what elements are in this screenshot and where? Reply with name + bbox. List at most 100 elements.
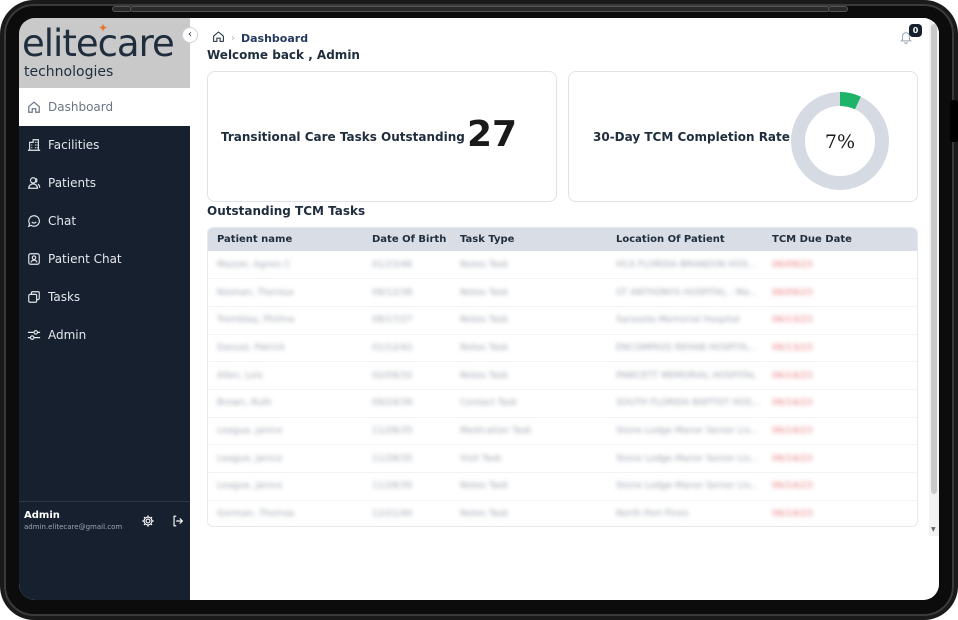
device-frame: elitecare ✦ technologies Dashboard Facil… [0, 0, 958, 620]
cell-due-date: 06/14/23 [772, 453, 813, 464]
cell-due-date: 06/14/23 [772, 398, 813, 409]
notification-badge: 0 [909, 24, 922, 37]
breadcrumb-current[interactable]: Dashboard [241, 32, 308, 45]
sensor-dot [828, 6, 848, 12]
top-bezel-bar [130, 6, 830, 12]
table-row[interactable]: Gorman, Thomas 12/21/40 Notes Task North Po… [208, 500, 917, 526]
cell-dob: 01/12/42 [372, 342, 413, 353]
cell-location: Stone Lodge Manor Senior Liv... [616, 425, 759, 436]
cell-due-date: 06/14/23 [772, 425, 813, 436]
sidebar-item-patients[interactable]: Patients [19, 164, 190, 202]
table-row[interactable]: Brown, Ruth 09/24/39 Contact Task SOUTH FLO… [208, 389, 917, 418]
sidebar-item-facilities[interactable]: Facilities [19, 126, 190, 164]
cell-task-type: Notes Task [460, 509, 509, 520]
column-header-due-date[interactable]: TCM Due Date [763, 228, 917, 251]
outstanding-tasks-card: Transitional Care Tasks Outstanding 27 [207, 71, 557, 202]
page-scrollbar[interactable]: ▼ [929, 18, 939, 536]
sidebar-item-admin[interactable]: Admin [19, 316, 190, 354]
cell-patient-name: Mazzei, Agnes C [217, 259, 291, 270]
breadcrumb-home-icon[interactable] [212, 30, 225, 46]
collapse-sidebar-button[interactable]: ‹ [182, 27, 198, 43]
column-header-task-type[interactable]: Task Type [451, 228, 607, 251]
logout-icon[interactable] [171, 513, 185, 527]
building-icon [27, 138, 41, 152]
completion-donut-chart: 7% [791, 92, 889, 190]
scroll-down-arrow-icon[interactable]: ▼ [931, 526, 936, 533]
logo[interactable]: elitecare ✦ technologies [19, 18, 190, 88]
table-row[interactable]: Allen, Lois 02/09/32 Notes Task PAWCETT MEM… [208, 362, 917, 390]
cell-location: ST ANTHONYS HOSPITAL - Ma... [616, 287, 758, 298]
sidebar-item-label: Patients [48, 176, 97, 190]
device-side-button [950, 100, 958, 142]
cell-dob: 08/17/27 [372, 315, 413, 326]
table-row[interactable]: League, Janice 11/28/35 Visit Task Stone Lo… [208, 445, 917, 473]
sidebar-item-label: Chat [48, 214, 77, 228]
cell-task-type: Notes Task [460, 315, 509, 326]
column-header-location[interactable]: Location Of Patient [607, 228, 763, 251]
donut-percent-label: 7% [825, 131, 855, 153]
sidebar-nav: Dashboard Facilities Patients Chat Patie… [19, 88, 190, 354]
cell-location: Stone Lodge Manor Senior Liv... [616, 481, 759, 492]
cell-location: PAWCETT MEMORIAL HOSPITAL [616, 370, 756, 381]
cell-dob: 12/21/40 [372, 509, 413, 520]
table-row[interactable]: League, Janice 11/28/35 Medication Task Sto… [208, 417, 917, 445]
cell-task-type: Medication Task [460, 425, 532, 436]
chat-icon [27, 214, 41, 228]
cell-location: HCA FLORIDA BRANDON HOS... [616, 259, 757, 270]
cell-dob: 09/24/39 [372, 398, 413, 409]
column-header-patient-name[interactable]: Patient name [208, 228, 363, 251]
table-row[interactable]: Tremblay, Philma 08/17/27 Notes Task Saraso… [208, 306, 917, 335]
cell-location: North Port Pines [616, 509, 689, 520]
sidebar-item-label: Patient Chat [48, 252, 122, 266]
cell-patient-name: Allen, Lois [217, 370, 263, 381]
main-content: › Dashboard Welcome back , Admin 0 Trans… [190, 18, 939, 600]
cell-task-type: Contact Task [460, 398, 518, 409]
sidebar-item-dashboard[interactable]: Dashboard [19, 88, 190, 126]
cell-task-type: Notes Task [460, 259, 509, 270]
table-header-row: Patient name Date Of Birth Task Type Loc… [208, 228, 917, 251]
app-screen: elitecare ✦ technologies Dashboard Facil… [19, 18, 939, 600]
column-header-dob[interactable]: Date Of Birth [363, 228, 451, 251]
sidebar-item-tasks[interactable]: Tasks [19, 278, 190, 316]
card-label: 30-Day TCM Completion Rate [593, 130, 790, 144]
cell-patient-name: League, Janice [217, 481, 283, 492]
sidebar-item-chat[interactable]: Chat [19, 202, 190, 240]
cell-due-date: 06/13/23 [772, 315, 813, 326]
cell-location: Sarasota Memorial Hospital [616, 315, 740, 326]
table-row[interactable]: League, Janice 11/28/35 Notes Task Stone Lo… [208, 473, 917, 501]
table-body: Mazzei, Agnes C 01/23/46 Notes Task HCA FLO… [208, 251, 917, 526]
logo-subtitle: technologies [24, 64, 114, 80]
tasks-icon [27, 290, 41, 304]
cell-due-date: 06/14/23 [772, 481, 813, 492]
table-row[interactable]: Mazzei, Agnes C 01/23/46 Notes Task HCA FLO… [208, 251, 917, 279]
home-icon [27, 100, 41, 114]
breadcrumb: › Dashboard [212, 30, 308, 46]
card-label: Transitional Care Tasks Outstanding [221, 130, 465, 144]
cell-location: SOUTH FLORIDA BAPTIST HOS... [616, 398, 761, 409]
completion-rate-card: 30-Day TCM Completion Rate 7% [568, 71, 918, 202]
cell-due-date: 06/14/23 [772, 509, 813, 520]
cell-location: ENCOMPASS REHAB HOSPITA... [616, 342, 756, 353]
table-row[interactable]: Daoust, Patrick 01/12/42 Notes Task ENCOMPA… [208, 334, 917, 362]
scrollbar-thumb[interactable] [931, 24, 937, 494]
cell-patient-name: League, Janice [217, 453, 283, 464]
cell-location: Stone Lodge Manor Senior Liv... [616, 453, 759, 464]
camera-dot [112, 6, 132, 12]
page-title: Welcome back , Admin [207, 48, 360, 62]
cell-task-type: Notes Task [460, 287, 509, 298]
sidebar-item-label: Tasks [48, 290, 81, 304]
sidebar-item-patient-chat[interactable]: Patient Chat [19, 240, 190, 278]
cell-task-type: Visit Task [460, 453, 502, 464]
sidebar-item-label: Admin [48, 328, 87, 342]
table-row[interactable]: Nieman, Theresa 09/12/38 Notes Task ST ANTH… [208, 279, 917, 307]
cell-patient-name: Brown, Ruth [217, 398, 272, 409]
settings-gear-icon[interactable] [141, 513, 155, 527]
breadcrumb-separator-icon: › [231, 32, 235, 44]
user-name: Admin [24, 510, 60, 521]
cell-dob: 11/28/35 [372, 453, 413, 464]
sidebar-item-label: Facilities [48, 138, 100, 152]
table-title: Outstanding TCM Tasks [207, 204, 366, 218]
logo-star-icon: ✦ [98, 21, 109, 35]
cell-dob: 01/23/46 [372, 259, 413, 270]
cell-task-type: Notes Task [460, 481, 509, 492]
